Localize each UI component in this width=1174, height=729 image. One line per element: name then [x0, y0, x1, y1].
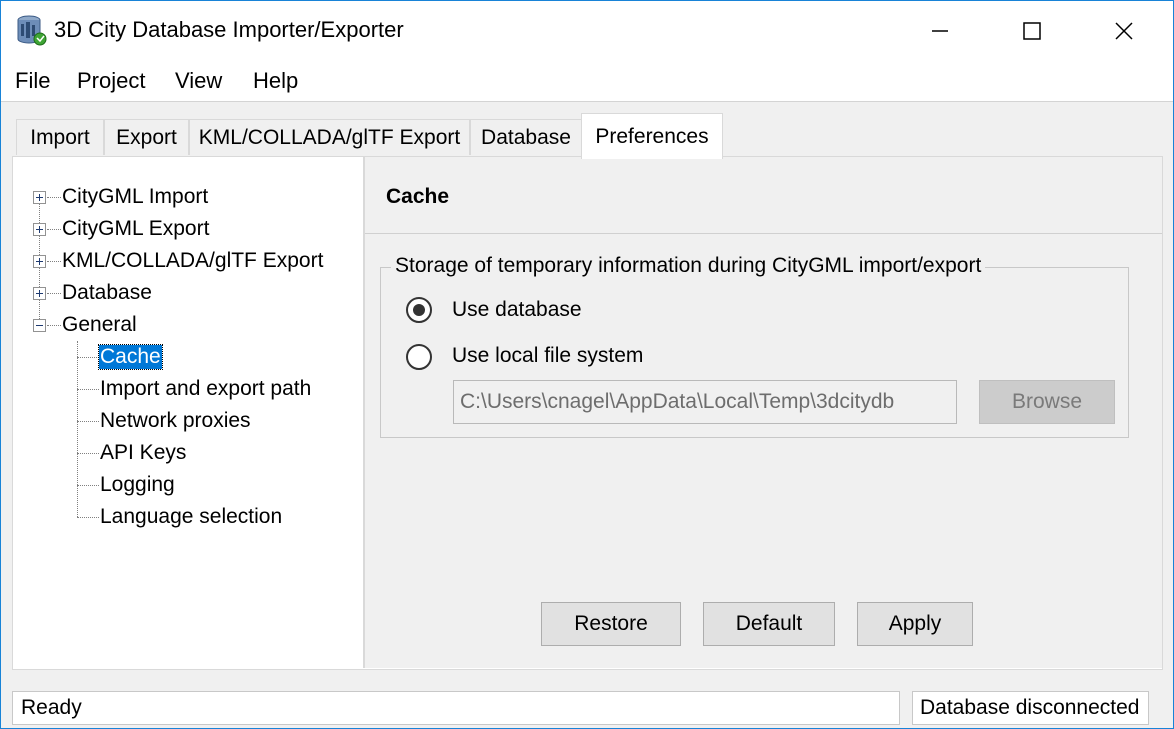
collapse-icon[interactable]: [33, 319, 46, 332]
expand-icon[interactable]: [33, 255, 46, 268]
tree-item-label: Cache: [98, 344, 163, 370]
maximize-icon: [1023, 22, 1041, 40]
storage-groupbox: Storage of temporary information during …: [380, 254, 1129, 438]
tree-item-citygml-export[interactable]: CityGML Export: [62, 214, 209, 244]
menu-file[interactable]: File: [13, 68, 52, 94]
tree-connector: [47, 197, 61, 198]
tab-export[interactable]: Export: [104, 119, 189, 155]
tree-item-api-keys[interactable]: API Keys: [100, 438, 186, 468]
tree-connector: [47, 229, 61, 230]
menu-project[interactable]: Project: [75, 68, 147, 94]
tree-connector: [77, 341, 78, 517]
expand-icon[interactable]: [33, 191, 46, 204]
panel-title: Cache: [386, 185, 450, 208]
apply-button[interactable]: Apply: [857, 602, 973, 646]
tree-connector: [77, 485, 99, 486]
tree-connector: [77, 389, 99, 390]
tree-connector: [47, 325, 61, 326]
minimize-button[interactable]: [917, 1, 963, 61]
tree-item-network-proxies[interactable]: Network proxies: [100, 406, 251, 436]
close-icon: [1115, 22, 1133, 40]
maximize-button[interactable]: [1009, 1, 1055, 61]
default-button[interactable]: Default: [703, 602, 835, 646]
menu-help[interactable]: Help: [251, 68, 300, 94]
panel-header: Cache: [365, 157, 1162, 234]
tab-database[interactable]: Database: [470, 119, 582, 155]
use-database-label[interactable]: Use database: [452, 298, 582, 322]
tab-import[interactable]: Import: [16, 119, 104, 155]
title-bar[interactable]: 3D City Database Importer/Exporter: [1, 1, 1173, 61]
minimize-icon: [932, 30, 948, 32]
group-title: Storage of temporary information during …: [391, 254, 986, 278]
tree-connector: [77, 453, 99, 454]
tab-kml-export[interactable]: KML/COLLADA/glTF Export: [189, 119, 470, 155]
tree-item-cache[interactable]: Cache: [98, 342, 163, 372]
browse-button[interactable]: Browse: [979, 380, 1115, 424]
database-globe-icon: [17, 15, 47, 46]
tree-item-language-selection[interactable]: Language selection: [100, 502, 282, 532]
tree-item-citygml-import[interactable]: CityGML Import: [62, 182, 208, 212]
tree-item-import-export-path[interactable]: Import and export path: [100, 374, 311, 404]
tree-connector: [47, 261, 61, 262]
main-window: 3D City Database Importer/Exporter File …: [0, 0, 1174, 729]
tree-item-logging[interactable]: Logging: [100, 470, 175, 500]
menu-view[interactable]: View: [173, 68, 224, 94]
preferences-tree: CityGML Import CityGML Export KML/COLLAD…: [13, 157, 363, 667]
window-title: 3D City Database Importer/Exporter: [54, 17, 404, 42]
expand-icon[interactable]: [33, 287, 46, 300]
status-message: Ready: [12, 691, 900, 725]
tree-item-kml-export[interactable]: KML/COLLADA/glTF Export: [62, 246, 323, 276]
menu-bar: File Project View Help: [1, 61, 1173, 102]
use-local-file-system-radio[interactable]: [406, 344, 432, 370]
connection-status: Database disconnected: [912, 691, 1149, 725]
tree-connector: [77, 517, 99, 518]
close-button[interactable]: [1101, 1, 1147, 61]
use-local-file-system-label[interactable]: Use local file system: [452, 344, 643, 368]
tab-preferences[interactable]: Preferences: [581, 113, 723, 159]
cache-settings-panel: Cache Storage of temporary information d…: [365, 157, 1162, 668]
tree-connector: [77, 357, 99, 358]
tree-connector: [77, 421, 99, 422]
use-database-radio[interactable]: [406, 297, 432, 323]
tree-connector: [47, 293, 61, 294]
tree-item-general[interactable]: General: [62, 310, 137, 340]
restore-button[interactable]: Restore: [541, 602, 681, 646]
tree-item-database[interactable]: Database: [62, 278, 152, 308]
expand-icon[interactable]: [33, 223, 46, 236]
temp-path-input[interactable]: [453, 380, 957, 424]
